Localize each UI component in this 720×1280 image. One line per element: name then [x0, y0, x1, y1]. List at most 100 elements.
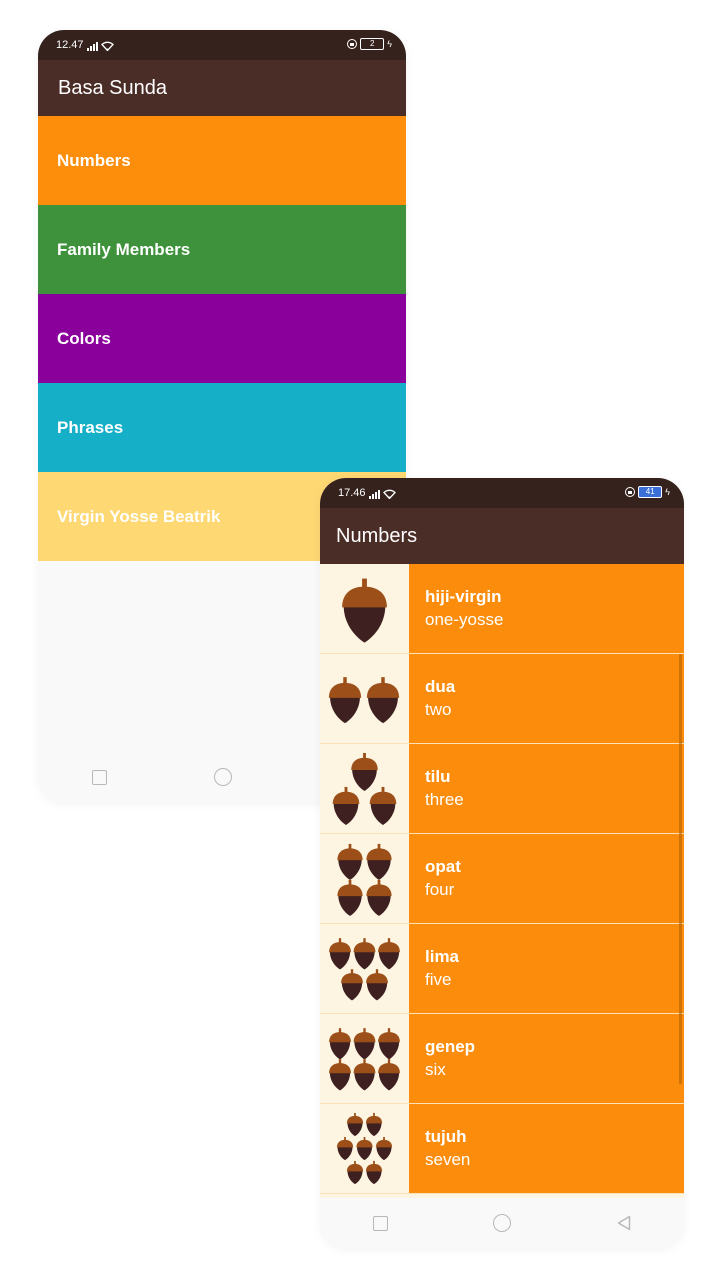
status-time: 12.47 [56, 39, 84, 51]
acorn-icon [375, 1136, 393, 1161]
number-row[interactable]: genep six [320, 1014, 684, 1104]
sunda-word: genep [425, 1037, 476, 1056]
number-row[interactable]: hiji-virgin one-yosse [320, 564, 684, 654]
sunda-word: tilu [425, 767, 451, 786]
english-word: five [425, 970, 452, 989]
acorn-icon [366, 843, 392, 880]
english-word: three [425, 790, 464, 809]
signal-icon [86, 42, 98, 51]
numbers-screen: 17.46 41 ϟ Numbers hiji-virgin one-yosse d… [320, 478, 684, 1248]
wifi-icon [382, 489, 396, 499]
number-image [320, 834, 409, 923]
acorn-icon [356, 1136, 373, 1161]
acorn-icon [332, 786, 360, 825]
number-text: tilu three [409, 744, 684, 833]
battery-icon: 41 [638, 486, 663, 498]
acorn-icon [342, 578, 387, 643]
number-row[interactable]: dua two [320, 654, 684, 744]
category-label: Colors [57, 328, 111, 348]
number-image [320, 564, 409, 653]
rotation-lock-icon [625, 487, 636, 497]
acorn-icon [369, 786, 397, 825]
acorn-icon [378, 938, 400, 970]
acorn-group-icon [342, 578, 387, 643]
acorn-group-icon [332, 752, 397, 825]
number-text: dua two [409, 654, 684, 743]
category-family-members[interactable]: Family Members [38, 205, 406, 294]
acorn-icon [365, 1112, 383, 1137]
sunda-word: tujuh [425, 1127, 467, 1146]
square-icon[interactable] [372, 1215, 388, 1231]
english-word: two [425, 700, 452, 719]
acorn-icon [366, 879, 392, 916]
acorn-group-icon [337, 843, 392, 916]
status-bar: 12.47 2 ϟ [38, 30, 406, 60]
english-word: six [425, 1060, 446, 1079]
acorn-icon [378, 1059, 400, 1091]
status-time: 17.46 [338, 487, 366, 499]
sunda-word: hiji-virgin [425, 587, 502, 606]
acorn-icon [336, 1136, 354, 1161]
acorn-icon [353, 1028, 376, 1060]
number-image [320, 924, 409, 1013]
number-text: opat four [409, 834, 684, 923]
acorn-icon [353, 1059, 376, 1091]
number-row[interactable]: tujuh seven [320, 1104, 684, 1194]
acorn-icon [329, 1028, 351, 1060]
navigation-bar [320, 1198, 684, 1248]
acorn-icon [346, 1112, 364, 1137]
acorn-icon [353, 938, 376, 970]
english-word: four [425, 880, 455, 899]
number-image [320, 654, 409, 743]
acorn-icon [351, 752, 378, 791]
sunda-word: lima [425, 947, 460, 966]
english-word: seven [425, 1150, 471, 1169]
category-label: Virgin Yosse Beatrik [57, 506, 221, 526]
acorn-group-icon [336, 1112, 393, 1185]
acorn-icon [365, 1160, 383, 1185]
acorn-icon [329, 938, 351, 970]
category-label: Family Members [57, 239, 191, 259]
category-phrases[interactable]: Phrases [38, 383, 406, 472]
number-row[interactable]: lima five [320, 924, 684, 1014]
acorn-icon [337, 843, 363, 880]
wifi-icon [100, 41, 114, 51]
status-bar: 17.46 41 ϟ [320, 478, 684, 508]
app-title: Basa Sunda [58, 76, 167, 99]
sunda-word: dua [425, 677, 456, 696]
circle-icon[interactable] [493, 1214, 512, 1232]
rotation-lock-icon [347, 39, 358, 49]
battery-icon: 2 [360, 38, 385, 50]
number-row[interactable]: opat four [320, 834, 684, 924]
number-image [320, 744, 409, 833]
number-text: hiji-virgin one-yosse [409, 564, 684, 653]
back-triangle-icon[interactable] [617, 1215, 631, 1231]
category-colors[interactable]: Colors [38, 294, 406, 383]
charging-icon: ϟ [665, 487, 670, 497]
sunda-word: opat [425, 857, 461, 876]
acorn-icon [346, 1160, 364, 1185]
acorn-icon [366, 677, 400, 724]
number-image [320, 1104, 409, 1193]
acorn-icon [341, 969, 363, 1001]
number-text: genep six [409, 1014, 684, 1103]
acorn-icon [378, 1028, 400, 1060]
acorn-group-icon [328, 677, 400, 724]
square-icon[interactable] [91, 769, 107, 785]
number-row[interactable]: tilu three [320, 744, 684, 834]
category-label: Phrases [57, 417, 124, 437]
number-text: lima five [409, 924, 684, 1013]
acorn-icon [337, 879, 363, 916]
number-list[interactable]: hiji-virgin one-yosse dua two tilu three opat f… [320, 564, 684, 1198]
screen-toolbar: Numbers [320, 508, 684, 564]
category-label: Numbers [57, 150, 131, 170]
acorn-icon [366, 969, 388, 1001]
category-numbers[interactable]: Numbers [38, 116, 406, 205]
scrollbar[interactable] [679, 654, 682, 1084]
number-image [320, 1014, 409, 1103]
circle-icon[interactable] [213, 768, 232, 786]
acorn-icon [328, 677, 362, 724]
english-word: one-yosse [425, 610, 504, 629]
acorn-group-icon [329, 938, 400, 1001]
charging-icon: ϟ [387, 39, 392, 49]
